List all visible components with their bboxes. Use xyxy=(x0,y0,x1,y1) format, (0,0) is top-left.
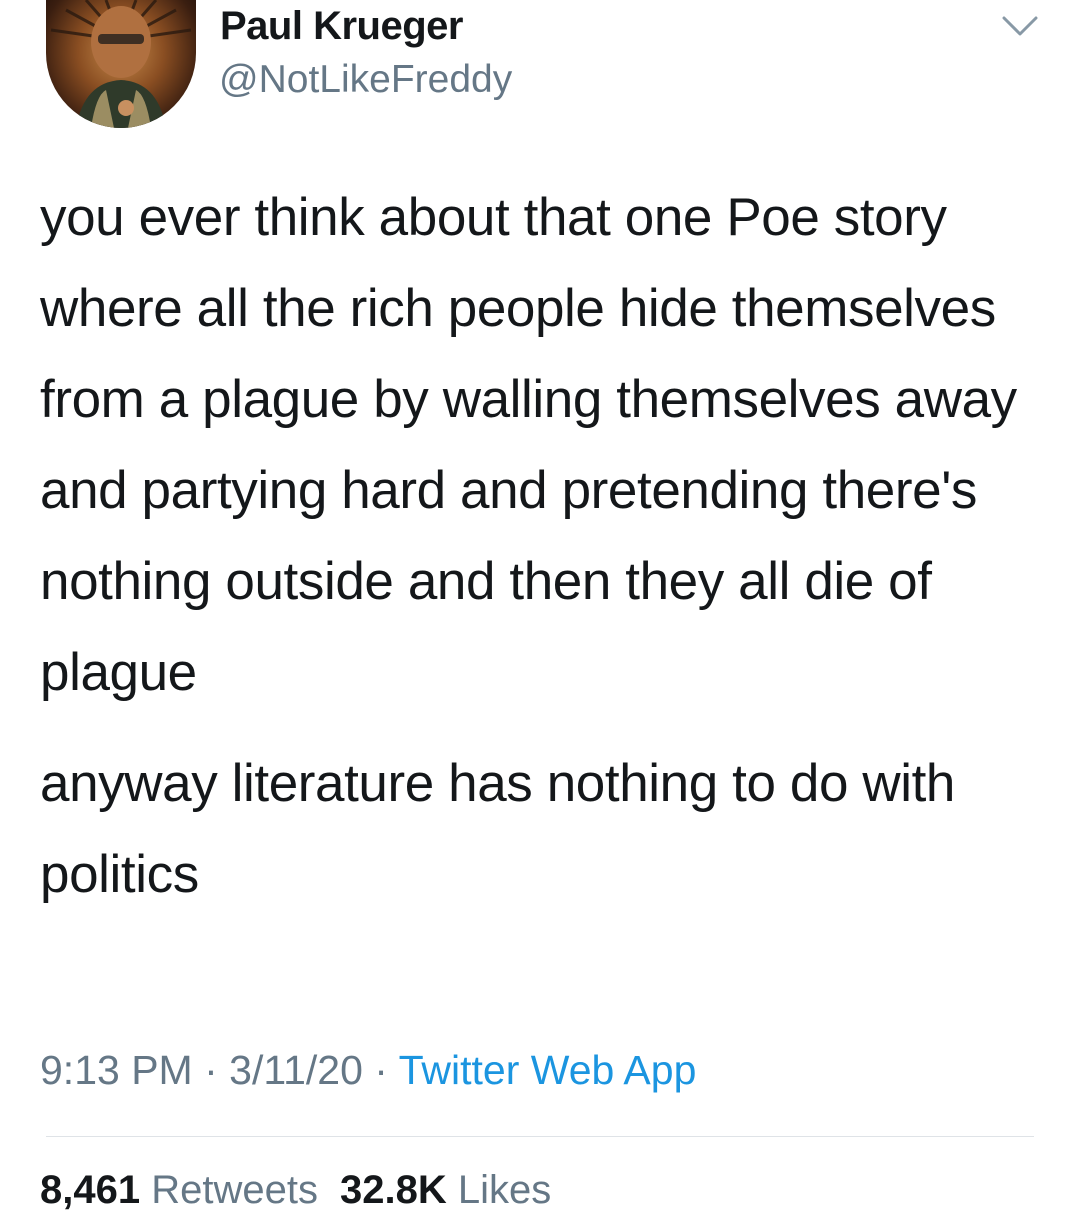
retweets-label: Retweets xyxy=(151,1168,318,1212)
tweet-meta: 9:13 PM · 3/11/20 · Twitter Web App xyxy=(40,1047,696,1094)
display-name[interactable]: Paul Krueger xyxy=(220,4,463,49)
likes-stat[interactable]: 32.8K Likes xyxy=(340,1168,551,1212)
tweet-source-link[interactable]: Twitter Web App xyxy=(399,1047,697,1093)
tweet-date[interactable]: 3/11/20 xyxy=(229,1047,363,1093)
tweet: Paul Krueger @NotLikeFreddy you ever thi… xyxy=(0,0,1080,1212)
likes-count: 32.8K xyxy=(339,1168,447,1212)
retweets-stat[interactable]: 8,461 Retweets xyxy=(40,1168,318,1212)
tweet-stats: 8,461 Retweets 32.8K Likes xyxy=(40,1168,551,1213)
tweet-paragraph: anyway literature has nothing to do with… xyxy=(40,754,955,904)
retweets-count: 8,461 xyxy=(40,1168,141,1212)
tweet-paragraph: you ever think about that one Poe story … xyxy=(40,188,1017,702)
user-handle[interactable]: @NotLikeFreddy xyxy=(219,58,512,102)
avatar-photo xyxy=(50,0,192,128)
avatar[interactable] xyxy=(46,0,196,128)
meta-separator: · xyxy=(362,1047,399,1093)
tweet-time[interactable]: 9:13 PM xyxy=(40,1047,193,1093)
chevron-down-icon[interactable] xyxy=(1000,12,1040,42)
divider xyxy=(46,1136,1034,1137)
tweet-text: you ever think about that one Poe story … xyxy=(40,172,1040,920)
likes-label: Likes xyxy=(457,1168,552,1212)
meta-separator: · xyxy=(192,1047,230,1093)
